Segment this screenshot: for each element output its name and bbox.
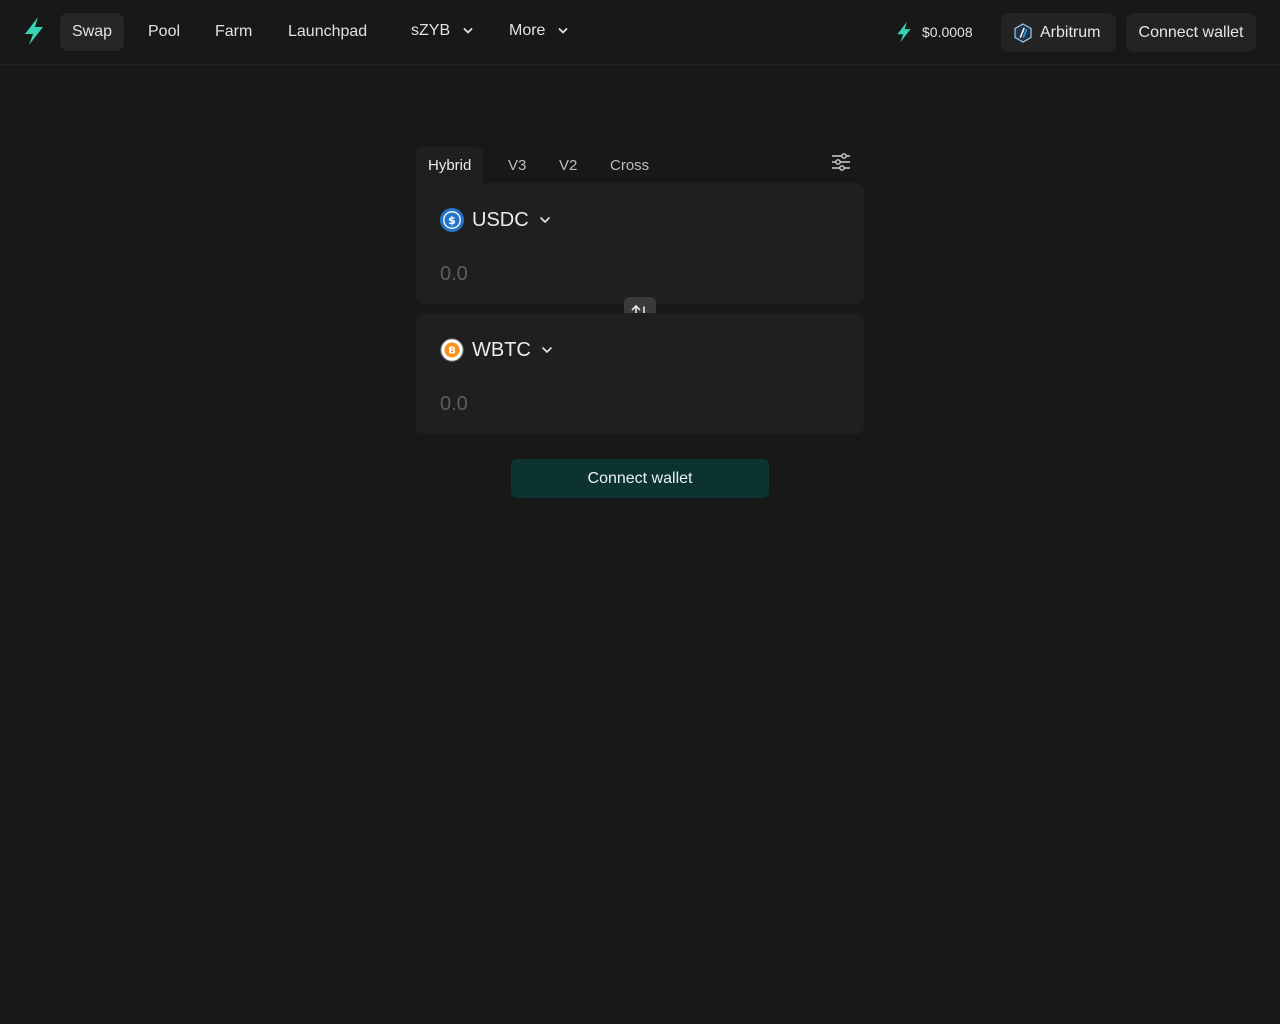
- to-token-panel: B WBTC: [416, 313, 864, 434]
- chevron-down-icon: [558, 27, 568, 34]
- lightning-bolt-icon[interactable]: [22, 16, 46, 46]
- nav-launchpad[interactable]: Launchpad: [276, 13, 379, 51]
- nav-szyb-dropdown[interactable]: sZYB: [399, 12, 485, 50]
- nav-pool-label: Pool: [148, 23, 181, 40]
- swap-mode-tabs: Hybrid V3 V2 Cross: [416, 147, 864, 183]
- from-token-symbol: USDC: [472, 208, 529, 231]
- from-token-panel: $ USDC: [416, 183, 864, 304]
- network-selector-button[interactable]: Arbitrum: [1001, 13, 1116, 52]
- from-token-selector[interactable]: $ USDC: [440, 207, 551, 233]
- sliders-icon[interactable]: [830, 151, 852, 173]
- lightning-bolt-icon: [897, 21, 911, 43]
- top-navigation-bar: Swap Pool Farm Launchpad sZYB More $0.00…: [0, 0, 1280, 65]
- svg-text:$: $: [448, 214, 456, 227]
- tab-v3[interactable]: V3: [496, 147, 538, 183]
- connect-wallet-label: Connect wallet: [587, 470, 693, 487]
- nav-szyb-label: sZYB: [411, 22, 451, 39]
- header-connect-wallet-button[interactable]: Connect wallet: [1126, 13, 1256, 52]
- tab-v2[interactable]: V2: [547, 147, 589, 183]
- tab-hybrid-label: Hybrid: [428, 157, 472, 174]
- tab-v3-label: V3: [508, 157, 527, 174]
- to-amount-input[interactable]: [440, 389, 830, 419]
- network-label: Arbitrum: [1040, 23, 1101, 41]
- tab-hybrid[interactable]: Hybrid: [416, 147, 484, 183]
- tab-cross-label: Cross: [610, 157, 650, 174]
- nav-swap-label: Swap: [72, 23, 113, 40]
- nav-farm[interactable]: Farm: [203, 13, 264, 51]
- from-amount-input[interactable]: [440, 259, 830, 289]
- token-price-value: $0.0008: [922, 24, 973, 40]
- nav-pool[interactable]: Pool: [136, 13, 192, 51]
- nav-more-dropdown[interactable]: More: [497, 12, 580, 50]
- nav-more-label: More: [509, 22, 546, 39]
- chevron-down-icon: [542, 347, 552, 353]
- to-token-selector[interactable]: B WBTC: [440, 337, 553, 363]
- nav-swap[interactable]: Swap: [60, 13, 125, 51]
- arbitrum-icon: [1014, 22, 1032, 43]
- tab-cross[interactable]: Cross: [598, 147, 661, 183]
- chevron-down-icon: [463, 27, 472, 34]
- tab-v2-label: V2: [559, 157, 578, 174]
- usdc-icon: $: [440, 208, 464, 232]
- nav-launchpad-label: Launchpad: [288, 23, 368, 40]
- header-connect-label: Connect wallet: [1138, 24, 1244, 41]
- chevron-down-icon: [539, 217, 550, 223]
- nav-farm-label: Farm: [215, 23, 253, 40]
- token-price-indicator[interactable]: $0.0008: [894, 13, 973, 51]
- connect-wallet-button[interactable]: Connect wallet: [511, 459, 769, 498]
- to-token-symbol: WBTC: [472, 338, 531, 361]
- svg-text:B: B: [448, 346, 456, 357]
- bitcoin-icon: B: [440, 338, 464, 362]
